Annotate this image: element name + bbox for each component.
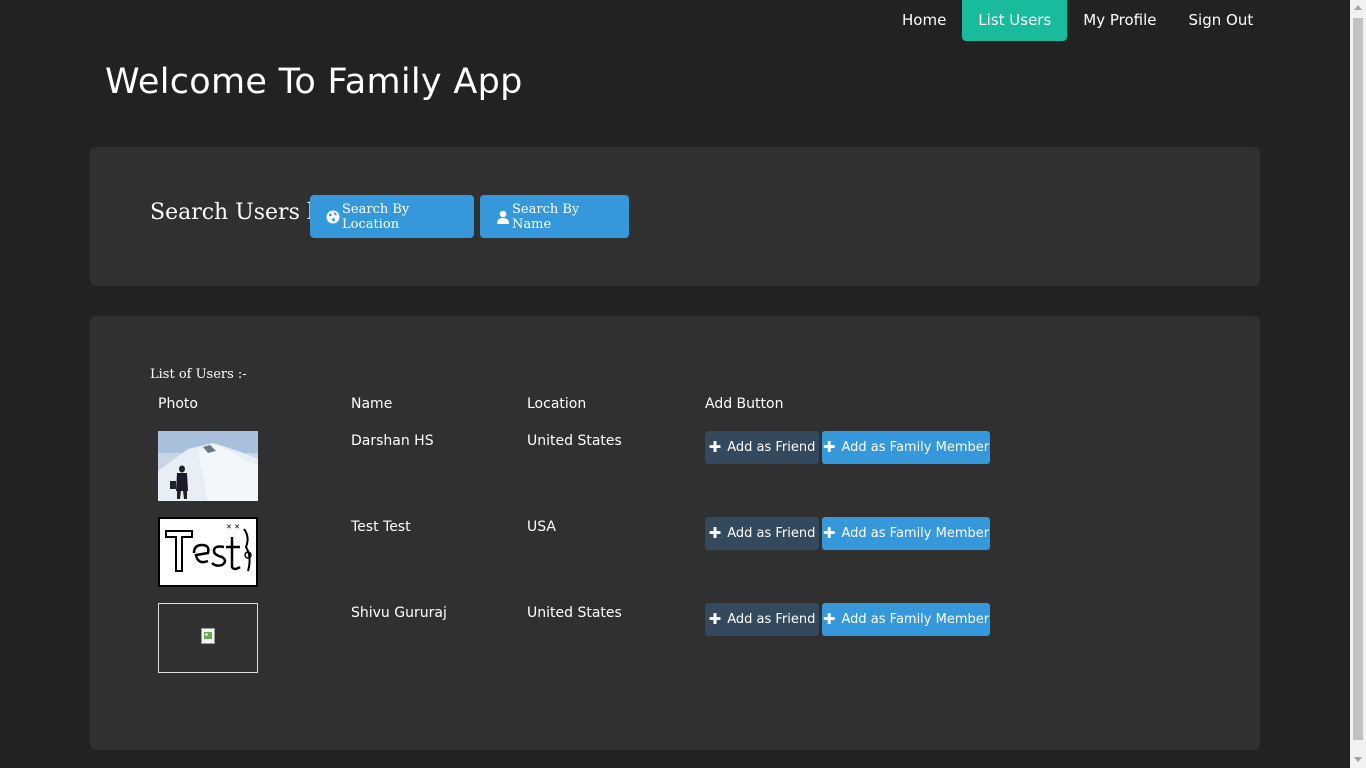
user-location: USA <box>527 519 556 535</box>
svg-text:✕ ✕: ✕ ✕ <box>226 523 240 531</box>
table-row: Shivu Gururaj United States ✚ Add as Fri… <box>90 603 1260 673</box>
search-by-name-button[interactable]: Search By Name <box>480 195 629 238</box>
user-photo: ✕ ✕ <box>158 517 258 587</box>
user-photo <box>158 431 258 501</box>
plus-icon: ✚ <box>708 438 722 456</box>
plus-icon: ✚ <box>822 610 836 628</box>
user-location: United States <box>527 433 622 449</box>
search-panel: Search Users by Search By Location Searc… <box>90 147 1260 286</box>
add-as-friend-button[interactable]: ✚ Add as Friend <box>705 517 819 550</box>
plus-icon: ✚ <box>708 524 722 542</box>
header-name: Name <box>351 396 393 412</box>
page: Home List Users My Profile Sign Out Welc… <box>0 0 1350 768</box>
nav-my-profile[interactable]: My Profile <box>1067 0 1172 41</box>
add-as-friend-label: Add as Friend <box>727 526 816 541</box>
nav-sign-out[interactable]: Sign Out <box>1173 0 1270 41</box>
page-title: Welcome To Family App <box>105 62 523 102</box>
nav-list-users[interactable]: List Users <box>962 0 1068 41</box>
broken-image-icon <box>201 628 215 648</box>
user-icon <box>496 210 510 224</box>
user-name: Darshan HS <box>351 433 434 449</box>
add-as-friend-label: Add as Friend <box>727 440 816 455</box>
header-location: Location <box>527 396 587 412</box>
header-photo: Photo <box>158 396 198 412</box>
search-by-name-label: Search By Name <box>512 201 580 232</box>
top-nav: Home List Users My Profile Sign Out <box>886 0 1269 41</box>
add-as-friend-label: Add as Friend <box>727 612 816 627</box>
nav-home[interactable]: Home <box>886 0 962 41</box>
add-as-family-member-button[interactable]: ✚ Add as Family Member <box>822 517 990 550</box>
add-as-family-member-label: Add as Family Member <box>841 440 990 455</box>
scrollbar-thumb[interactable] <box>1353 18 1363 740</box>
search-by-location-label: Search By Location <box>342 201 410 232</box>
user-photo <box>158 603 258 673</box>
search-label: Search Users by <box>150 200 334 225</box>
plus-icon: ✚ <box>708 610 722 628</box>
header-add-button: Add Button <box>705 396 784 412</box>
plus-icon: ✚ <box>822 438 836 456</box>
user-name: Shivu Gururaj <box>351 605 447 621</box>
user-name: Test Test <box>351 519 411 535</box>
add-as-friend-button[interactable]: ✚ Add as Friend <box>705 603 819 636</box>
plus-icon: ✚ <box>822 524 836 542</box>
list-caption: List of Users :- <box>150 367 247 382</box>
user-location: United States <box>527 605 622 621</box>
add-as-family-member-label: Add as Family Member <box>841 526 990 541</box>
search-by-location-button[interactable]: Search By Location <box>310 195 474 238</box>
scroll-down-icon[interactable] <box>1354 757 1362 762</box>
globe-icon <box>326 210 340 224</box>
user-list-panel: List of Users :- Photo Name Location Add… <box>90 316 1260 750</box>
table-row: ✕ ✕ Test Test USA ✚ Add as Friend ✚ Add … <box>90 517 1260 587</box>
add-as-family-member-button[interactable]: ✚ Add as Family Member <box>822 603 990 636</box>
add-as-family-member-button[interactable]: ✚ Add as Family Member <box>822 431 990 464</box>
table-row: Darshan HS United States ✚ Add as Friend… <box>90 431 1260 501</box>
vertical-scrollbar[interactable] <box>1350 0 1366 768</box>
add-as-family-member-label: Add as Family Member <box>841 612 990 627</box>
scroll-up-icon[interactable] <box>1354 5 1362 10</box>
add-as-friend-button[interactable]: ✚ Add as Friend <box>705 431 819 464</box>
